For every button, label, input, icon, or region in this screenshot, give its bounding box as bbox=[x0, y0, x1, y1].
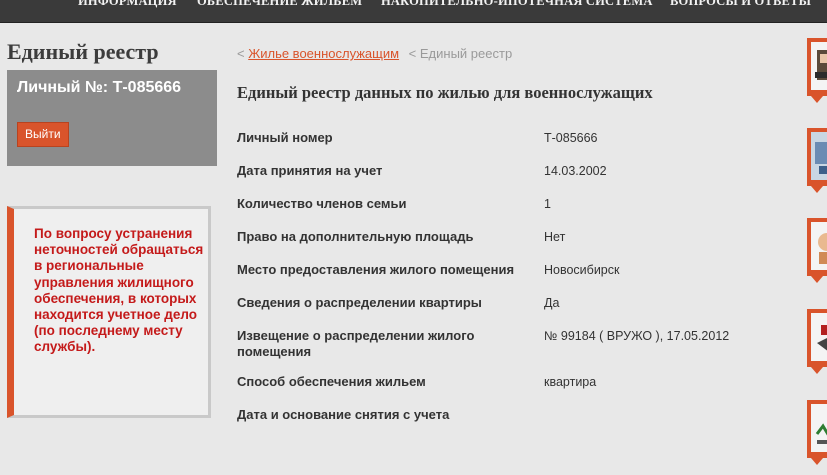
breadcrumb-separator: < bbox=[237, 46, 245, 61]
row-value: Новосибирск bbox=[544, 263, 620, 277]
banner-pointer bbox=[811, 367, 823, 374]
row-label: Способ обеспечения жильем bbox=[237, 374, 426, 389]
page-heading: Единый реестр bbox=[7, 39, 159, 64]
banner-image bbox=[811, 404, 827, 452]
side-banner-thumbnail[interactable] bbox=[807, 400, 827, 465]
notice-box: По вопросу устранения неточностей обраща… bbox=[7, 206, 211, 418]
main-title: Единый реестр данных по жилью для военно… bbox=[237, 83, 653, 102]
row-label: Дата и основание снятия с учета bbox=[237, 407, 450, 422]
row-value: № 99184 ( ВРУЖО ), 17.05.2012 bbox=[544, 329, 730, 343]
top-navigation: Информация Обеспечение жильем Накопитель… bbox=[0, 0, 827, 23]
nav-item-housing[interactable]: Обеспечение жильем bbox=[197, 0, 362, 12]
nav-item-information[interactable]: Информация bbox=[78, 0, 177, 12]
user-info-box: Личный №: Т-085666 Выйти bbox=[7, 70, 217, 166]
banner-pointer bbox=[811, 458, 823, 465]
side-banner-thumbnail[interactable] bbox=[807, 309, 827, 374]
row-label: Количество членов семьи bbox=[237, 196, 407, 211]
banner-image bbox=[811, 222, 827, 270]
side-banner-thumbnail[interactable] bbox=[807, 38, 827, 103]
row-value: Да bbox=[544, 296, 560, 310]
row-label: Дата принятия на учет bbox=[237, 163, 383, 178]
nav-item-faq[interactable]: Вопросы и ответы bbox=[670, 0, 811, 12]
breadcrumb-separator: < bbox=[408, 46, 417, 61]
banner-image bbox=[811, 42, 827, 90]
banner-pointer bbox=[811, 96, 823, 103]
nav-item-mortgage-system[interactable]: Накопительно-ипотечная система bbox=[381, 0, 653, 12]
banner-pointer bbox=[811, 186, 823, 193]
breadcrumb: < Жилье военнослужащим < Единый реестр bbox=[237, 46, 512, 61]
row-label: Извещение о распределении жилого помещен… bbox=[237, 328, 475, 359]
side-banner-thumbnail[interactable] bbox=[807, 128, 827, 193]
banner-image bbox=[811, 132, 827, 180]
breadcrumb-link-housing[interactable]: Жилье военнослужащим bbox=[248, 46, 399, 61]
breadcrumb-current: Единый реестр bbox=[419, 46, 513, 61]
logout-button[interactable]: Выйти bbox=[17, 122, 69, 147]
side-banner-thumbnail[interactable] bbox=[807, 218, 827, 283]
banner-pointer bbox=[811, 276, 823, 283]
row-value: 1 bbox=[544, 197, 551, 211]
row-label: Право на дополнительную площадь bbox=[237, 229, 474, 244]
personal-number-label: Личный №: Т-085666 bbox=[17, 79, 182, 96]
row-value: Нет bbox=[544, 230, 566, 244]
row-value: 14.03.2002 bbox=[544, 164, 607, 178]
banner-image bbox=[811, 313, 827, 361]
row-label: Сведения о распределении квартиры bbox=[237, 295, 482, 310]
row-label: Место предоставления жилого помещения bbox=[237, 262, 515, 277]
row-label: Личный номер bbox=[237, 130, 333, 145]
notice-text: По вопросу устранения неточностей обраща… bbox=[34, 226, 204, 355]
row-value: Т-085666 bbox=[544, 131, 598, 145]
row-value: квартира bbox=[544, 375, 597, 389]
